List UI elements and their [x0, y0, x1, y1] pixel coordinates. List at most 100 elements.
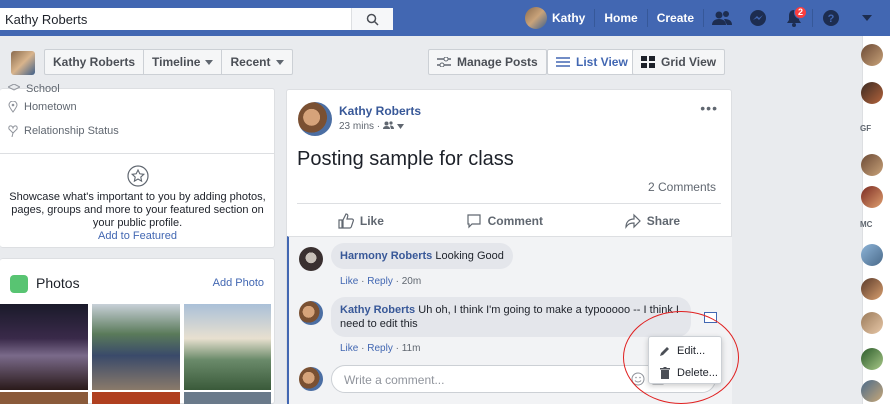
- profile-tabs: Kathy Roberts Timeline Recent: [44, 49, 293, 75]
- notifications-button[interactable]: 2: [776, 0, 812, 36]
- photo-icon: [10, 275, 28, 293]
- timeline-dropdown[interactable]: Timeline: [144, 50, 223, 74]
- intro-relationship[interactable]: Relationship Status: [8, 125, 119, 137]
- photos-card: Photos Add Photo: [0, 258, 275, 404]
- post-meta[interactable]: 23 mins ·: [339, 121, 404, 132]
- chevron-down-icon: [275, 59, 284, 65]
- help-button[interactable]: ?: [813, 0, 849, 36]
- comment-like-link[interactable]: Like: [340, 276, 358, 287]
- post-options-button[interactable]: •••: [700, 100, 718, 116]
- comment-author[interactable]: Kathy Roberts: [340, 304, 415, 316]
- recent-dropdown[interactable]: Recent: [222, 50, 291, 74]
- home-link[interactable]: Home: [595, 0, 646, 36]
- comment-actions: Like · Reply · 11m: [340, 343, 421, 354]
- question-icon: ?: [823, 10, 840, 26]
- avatar[interactable]: [861, 312, 883, 334]
- divider: [297, 203, 721, 204]
- delete-menu-item[interactable]: Delete...: [649, 362, 721, 384]
- comment-text: Looking Good: [435, 250, 504, 262]
- comment-options-menu: Edit... Delete...: [648, 336, 722, 384]
- add-photo-link[interactable]: Add Photo: [213, 277, 264, 289]
- top-nav: Kathy Home Create 2 ?: [516, 0, 885, 36]
- search-button[interactable]: [351, 8, 393, 30]
- photo-thumbnail[interactable]: [0, 304, 88, 390]
- search-input[interactable]: Kathy Roberts: [0, 12, 351, 27]
- photo-thumbnail[interactable]: [184, 392, 271, 404]
- trash-icon: [660, 367, 670, 379]
- svg-text:?: ?: [828, 13, 835, 25]
- comment-input-placeholder: Write a comment...: [344, 373, 445, 387]
- avatar[interactable]: [861, 154, 883, 176]
- avatar[interactable]: [861, 278, 883, 300]
- top-navigation-bar: Kathy Roberts Kathy Home Create 2 ?: [0, 0, 890, 36]
- avatar[interactable]: [861, 244, 883, 266]
- list-icon: [556, 57, 570, 67]
- intro-school-label: School: [26, 83, 60, 95]
- intro-school[interactable]: School: [8, 83, 60, 95]
- like-button[interactable]: Like: [338, 210, 384, 232]
- featured-section: Showcase what's important to you by addi…: [0, 153, 275, 243]
- profile-link[interactable]: Kathy: [516, 0, 594, 36]
- friend-requests-button[interactable]: [704, 0, 740, 36]
- messenger-button[interactable]: [740, 0, 776, 36]
- edit-menu-item[interactable]: Edit...: [649, 340, 721, 362]
- share-button[interactable]: Share: [625, 210, 680, 232]
- avatar[interactable]: [861, 82, 883, 104]
- avatar[interactable]: [861, 186, 883, 208]
- caret-down-icon: [396, 124, 404, 129]
- avatar[interactable]: [861, 44, 883, 66]
- recent-label: Recent: [230, 55, 271, 69]
- comment-time[interactable]: 11m: [402, 343, 421, 354]
- list-view-button[interactable]: List View: [547, 49, 637, 75]
- post-author[interactable]: Kathy Roberts: [339, 104, 421, 118]
- avatar[interactable]: [298, 102, 332, 136]
- comment-reply-link[interactable]: Reply: [367, 343, 393, 354]
- account-menu-button[interactable]: [849, 0, 885, 36]
- comment-reply-link[interactable]: Reply: [367, 276, 393, 287]
- caret-down-icon: [862, 15, 873, 21]
- avatar[interactable]: [11, 51, 35, 75]
- list-view-label: List View: [576, 55, 628, 69]
- intro-relationship-label: Relationship Status: [24, 125, 119, 137]
- right-sidebar: GF MC: [860, 36, 890, 404]
- comment-button[interactable]: Comment: [466, 210, 543, 232]
- friends-audience-icon: [382, 121, 394, 129]
- comment-bubble: Kathy Roberts Uh oh, I think I'm going t…: [331, 297, 691, 337]
- comment-actions: Like · Reply · 20m: [340, 276, 422, 287]
- notification-badge: 2: [794, 6, 808, 19]
- grid-icon: [641, 56, 655, 68]
- thumbs-up-icon: [338, 213, 354, 229]
- avatar[interactable]: [861, 348, 883, 370]
- post-time[interactable]: 23 mins: [339, 121, 374, 132]
- comment-count[interactable]: 2 Comments: [648, 180, 716, 194]
- intro-hometown[interactable]: Hometown: [8, 101, 77, 113]
- avatar: [299, 367, 323, 391]
- photo-thumbnail[interactable]: [0, 392, 88, 404]
- comment-like-link[interactable]: Like: [340, 343, 358, 354]
- comment-author[interactable]: Harmony Roberts: [340, 250, 432, 262]
- emoji-icon[interactable]: [631, 372, 645, 386]
- avatar[interactable]: [299, 247, 323, 271]
- heart-outline-icon: [8, 125, 18, 137]
- speech-bubble-icon: [467, 214, 481, 229]
- location-pin-icon: [8, 101, 18, 113]
- photo-thumbnail[interactable]: [92, 392, 180, 404]
- photo-thumbnail[interactable]: [184, 304, 271, 390]
- grid-view-button[interactable]: Grid View: [632, 49, 726, 75]
- chevron-down-icon: [205, 59, 214, 65]
- profile-toolbar: Kathy Roberts Timeline Recent Manage Pos…: [0, 36, 862, 88]
- add-to-featured-link[interactable]: Add to Featured: [0, 230, 275, 243]
- manage-posts-button[interactable]: Manage Posts: [428, 49, 547, 75]
- photos-title[interactable]: Photos: [36, 275, 80, 291]
- avatar[interactable]: [861, 380, 883, 402]
- comment-label: Comment: [487, 214, 543, 228]
- create-link[interactable]: Create: [648, 0, 703, 36]
- avatar[interactable]: [299, 301, 323, 325]
- profile-name-link[interactable]: Kathy Roberts: [45, 50, 145, 74]
- search-box[interactable]: Kathy Roberts: [0, 8, 393, 30]
- comment-time[interactable]: 20m: [402, 276, 421, 287]
- comment-options-button[interactable]: [704, 312, 717, 323]
- manage-posts-label: Manage Posts: [457, 55, 538, 69]
- grid-view-label: Grid View: [661, 55, 717, 69]
- photo-thumbnail[interactable]: [92, 304, 180, 390]
